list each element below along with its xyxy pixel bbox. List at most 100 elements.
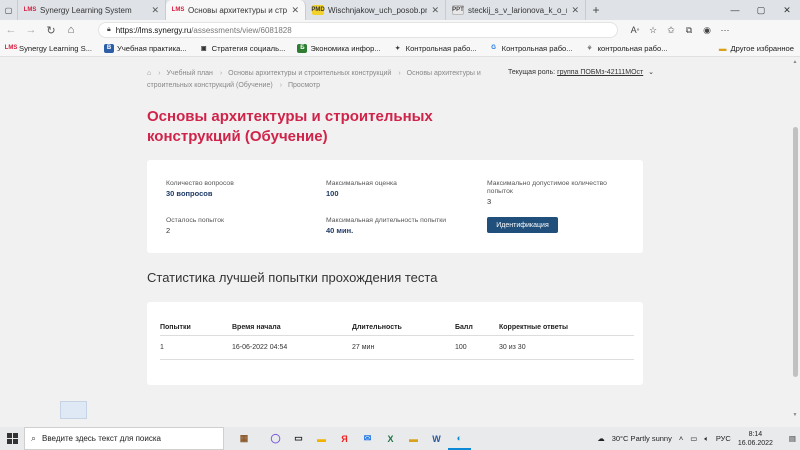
practice-favicon-icon: B bbox=[104, 43, 115, 53]
favorite-item[interactable]: ⚘ контрольная рабо... bbox=[585, 44, 668, 53]
network-icon[interactable]: ▭ bbox=[690, 434, 697, 443]
favorite-item[interactable]: ▣ Стратегия социаль... bbox=[199, 44, 286, 53]
favorites-bar: LMS Synergy Learning S... B Учебная прак… bbox=[0, 40, 800, 57]
file-explorer-icon[interactable]: ▬ bbox=[310, 427, 333, 450]
column-header: Балл bbox=[455, 324, 473, 331]
field-value: 100 bbox=[326, 189, 339, 198]
page-content: ⌂ › Учебный план › Основы архитектуры и ст… bbox=[0, 57, 790, 420]
field-value: 2 bbox=[166, 226, 171, 235]
excel-icon[interactable]: X bbox=[379, 427, 402, 450]
tab-actions-button[interactable]: ▢ bbox=[0, 0, 18, 20]
tab-ppt[interactable]: PPT steckij_s_v_larionova_k_o_nikon ✕ bbox=[446, 0, 586, 20]
home-icon: ⌂ bbox=[67, 24, 75, 36]
notifications-icon[interactable]: ▤ bbox=[789, 434, 796, 443]
scrollbar-thumb[interactable] bbox=[793, 127, 798, 377]
language-indicator[interactable]: РУС bbox=[716, 434, 731, 443]
weather-icon[interactable]: ☁ bbox=[597, 434, 605, 443]
favorite-label: контрольная рабо... bbox=[597, 43, 668, 53]
word-icon[interactable]: W bbox=[425, 427, 448, 450]
document-thumbnail-image[interactable] bbox=[60, 401, 87, 419]
close-tab-icon[interactable]: ✕ bbox=[571, 5, 579, 16]
start-button[interactable] bbox=[0, 427, 24, 450]
identification-button[interactable]: Идентификация bbox=[487, 217, 558, 233]
role-value: группа ПОБМз-42111МОст bbox=[557, 69, 644, 76]
role-label: Текущая роль: bbox=[508, 69, 556, 76]
home-button[interactable]: ⌂ bbox=[62, 21, 80, 39]
page-scrollbar[interactable]: ▲ ▼ bbox=[790, 57, 800, 420]
refresh-button[interactable]: ↻ bbox=[42, 21, 60, 39]
favorite-item[interactable]: G Контрольная рабо... bbox=[489, 44, 572, 53]
questions-count: Количество вопросов 30 вопросов bbox=[166, 180, 234, 198]
volume-icon[interactable]: 🔈︎ bbox=[704, 434, 709, 444]
close-tab-icon[interactable]: ✕ bbox=[431, 5, 439, 16]
arrow-right-icon: → bbox=[25, 24, 37, 36]
browser-tab-strip: ▢ LMS Synergy Learning System ✕ LMS Осно… bbox=[0, 0, 800, 20]
lock-icon: 🔒︎ bbox=[107, 26, 111, 33]
new-tab-button[interactable]: + bbox=[586, 0, 606, 20]
read-aloud-icon[interactable]: A» bbox=[626, 21, 644, 39]
close-window-button[interactable]: ✕ bbox=[774, 0, 800, 20]
favorite-label: Контрольная рабо... bbox=[405, 43, 477, 53]
news-widget-icon[interactable]: ▦ bbox=[224, 427, 264, 450]
tab-title: steckij_s_v_larionova_k_o_nikon bbox=[468, 5, 567, 15]
book-favicon-icon: Б bbox=[297, 43, 308, 53]
back-button[interactable]: ← bbox=[2, 21, 20, 39]
close-tab-icon[interactable]: ✕ bbox=[151, 5, 159, 16]
test-info-card: Количество вопросов 30 вопросов Максимал… bbox=[147, 160, 643, 253]
tab-course-active[interactable]: LMS Основы архитектуры и строите ✕ bbox=[166, 0, 306, 20]
url-input[interactable]: 🔒︎ https://lms.synergy.ru/assessments/vi… bbox=[98, 22, 618, 38]
scroll-up-icon[interactable]: ▲ bbox=[791, 59, 799, 65]
other-favorites[interactable]: ▬ Другое избранное bbox=[719, 40, 794, 57]
edge-browser-icon[interactable]: ◐ bbox=[448, 427, 471, 450]
pinwheel-favicon-icon: ✦ bbox=[395, 45, 401, 52]
favorite-item[interactable]: B Учебная практика... bbox=[104, 43, 187, 53]
taskbar-search-input[interactable]: ⌕ Введите здесь текст для поиска bbox=[24, 427, 224, 450]
tab-actions-icon: ▢ bbox=[4, 5, 13, 15]
table-cell: 1 bbox=[160, 344, 164, 351]
forward-button[interactable]: → bbox=[22, 21, 40, 39]
breadcrumb: ⌂ › Учебный план › Основы архитектуры и ст… bbox=[147, 70, 481, 89]
field-value: 3 bbox=[487, 197, 492, 206]
field-value: 30 вопросов bbox=[166, 189, 213, 198]
search-placeholder: Введите здесь текст для поиска bbox=[42, 434, 161, 443]
tab-title: Основы архитектуры и строите bbox=[188, 5, 288, 15]
favorite-item[interactable]: LMS Synergy Learning S... bbox=[5, 44, 92, 53]
clock-date: 16.06.2022 bbox=[737, 439, 773, 447]
breadcrumb-item[interactable]: Основы архитектуры и строительных констр… bbox=[228, 70, 391, 77]
weather-text[interactable]: 30°C Partly sunny bbox=[612, 434, 672, 443]
favorite-star-icon[interactable]: ☆ bbox=[644, 21, 662, 39]
table-cell: 100 bbox=[455, 344, 467, 351]
lms-favicon-icon: LMS bbox=[171, 7, 185, 13]
task-view-icon[interactable]: ▭ bbox=[287, 427, 310, 450]
close-tab-icon[interactable]: ✕ bbox=[291, 5, 299, 16]
favorites-icon[interactable]: ✩ bbox=[662, 21, 680, 39]
document-favicon-icon: PPT bbox=[452, 5, 464, 15]
more-menu-icon[interactable]: ⋯ bbox=[716, 21, 734, 39]
table-row: 1 16-06-2022 04:54 27 мин 100 30 из 30 bbox=[160, 336, 634, 360]
collections-icon[interactable]: ⧉ bbox=[680, 21, 698, 39]
field-label: Максимальная оценка bbox=[326, 180, 397, 187]
mail-icon[interactable]: ✉ bbox=[356, 427, 379, 450]
page-favicon-icon: ▣ bbox=[200, 45, 207, 52]
column-header: Длительность bbox=[352, 324, 402, 331]
other-favorites-label: Другое избранное bbox=[730, 44, 794, 53]
field-label: Осталось попыток bbox=[166, 217, 224, 224]
tab-synergy[interactable]: LMS Synergy Learning System ✕ bbox=[18, 0, 166, 20]
favorite-item[interactable]: Б Экономика инфор... bbox=[297, 43, 381, 53]
folder-icon: ▬ bbox=[718, 44, 727, 53]
google-favicon-icon: G bbox=[491, 45, 496, 51]
tab-pmd[interactable]: PMD Wischnjakow_uch_posob.pmd ✕ bbox=[306, 0, 446, 20]
maximize-window-button[interactable]: ▢ bbox=[748, 0, 774, 20]
current-role[interactable]: Текущая роль: группа ПОБМз-42111МОст ⌄ bbox=[508, 68, 654, 76]
breadcrumb-item[interactable]: Учебный план bbox=[167, 70, 213, 77]
profile-icon[interactable]: ◉ bbox=[698, 21, 716, 39]
clock[interactable]: 8:14 16.06.2022 bbox=[738, 430, 773, 448]
favorite-item[interactable]: ✦ Контрольная рабо... bbox=[393, 44, 477, 53]
home-icon[interactable]: ⌂ bbox=[147, 70, 151, 77]
scroll-down-icon[interactable]: ▼ bbox=[791, 412, 799, 418]
minimize-window-button[interactable]: — bbox=[722, 0, 748, 20]
chevron-up-icon[interactable]: ˄ bbox=[679, 434, 683, 443]
cortana-icon[interactable]: ◯ bbox=[264, 427, 287, 450]
yandex-browser-icon[interactable]: Я bbox=[333, 427, 356, 450]
folder-icon[interactable]: ▬ bbox=[402, 427, 425, 450]
